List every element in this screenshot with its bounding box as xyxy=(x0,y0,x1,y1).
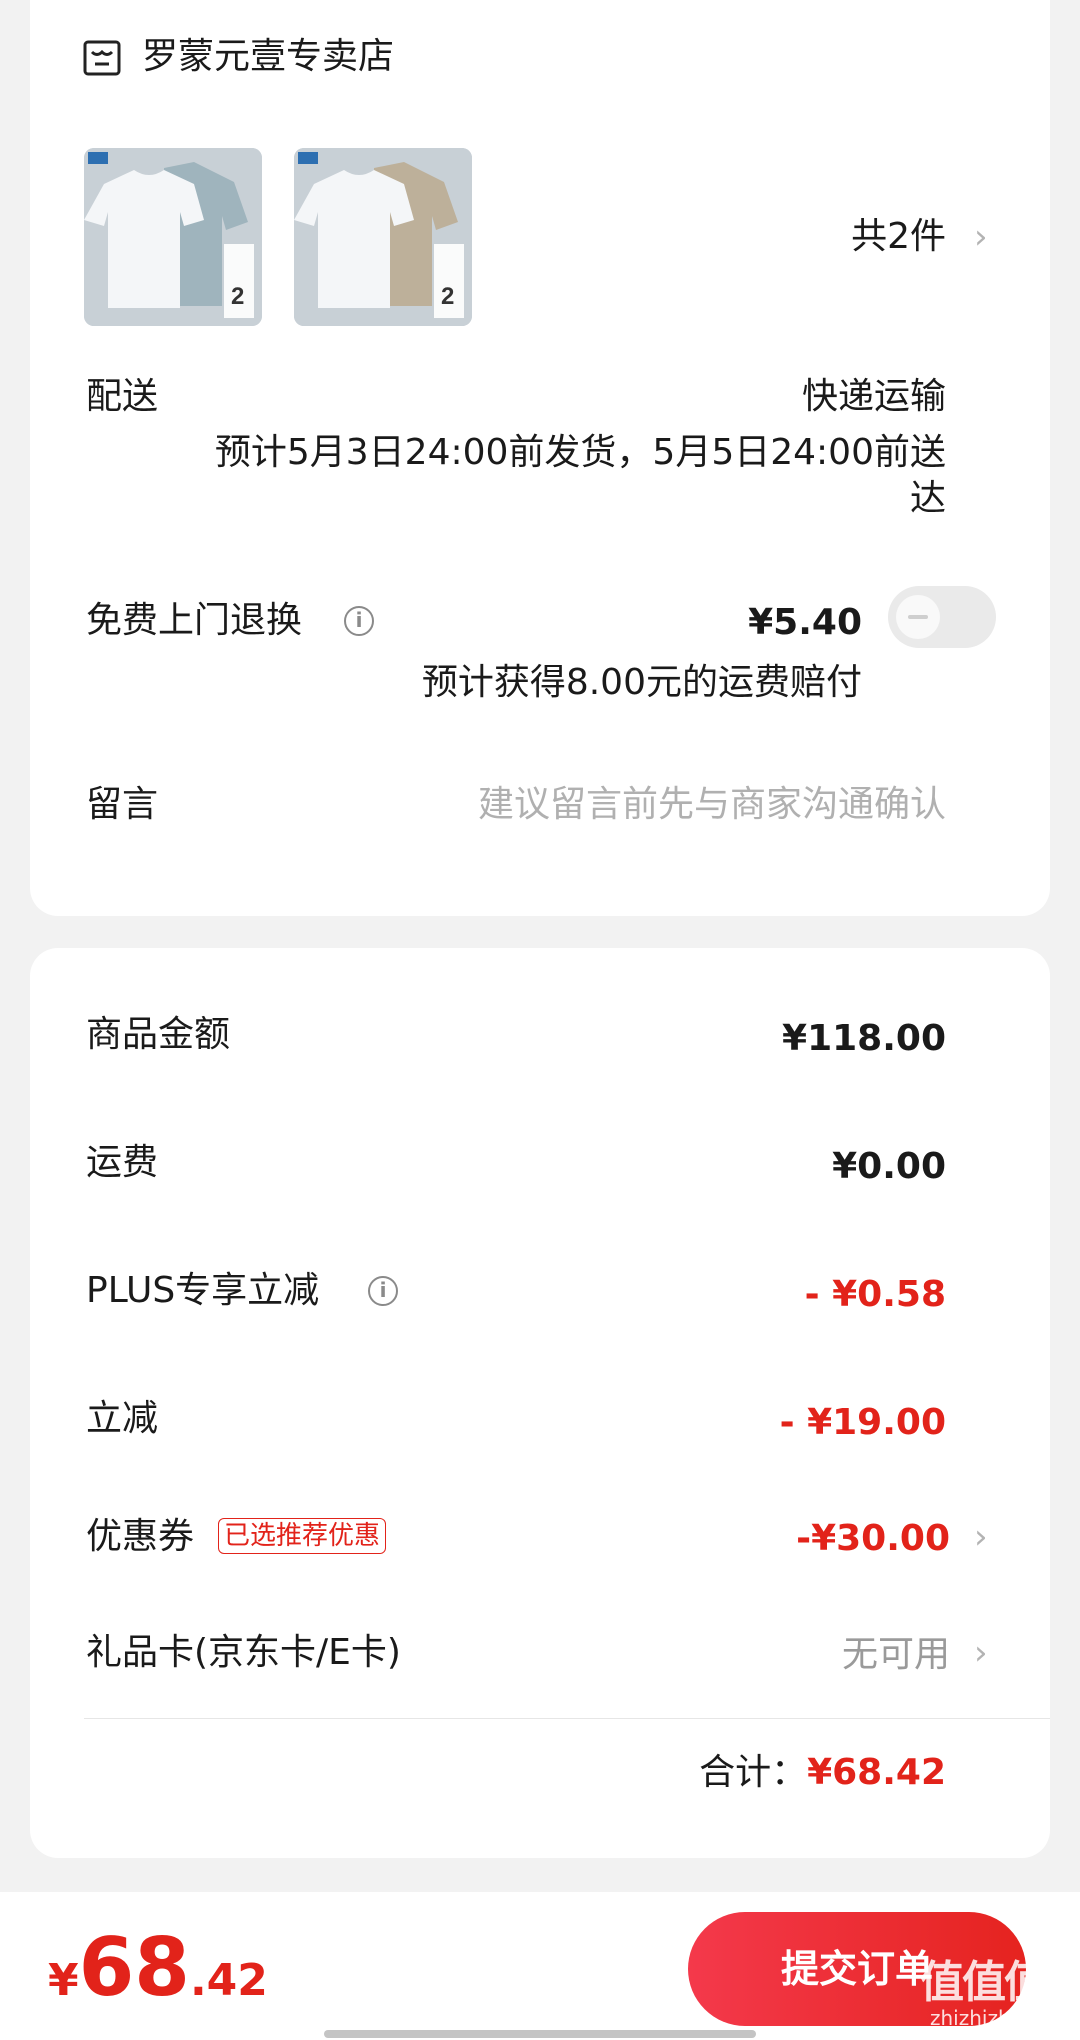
price-summary-card: 商品金额 ¥118.00 运费 ¥0.00 PLUS专享立减 i - ¥0.58… xyxy=(30,948,1050,1858)
order-info-card: 罗蒙元壹专卖店 2 2 共2件 › 配送 快递运输 预计5月3日24:00前发货… xyxy=(30,0,1050,916)
toggle-knob xyxy=(896,595,940,639)
store-name: 罗蒙元壹专卖店 xyxy=(142,36,395,77)
chevron-right-icon[interactable]: › xyxy=(974,214,988,260)
goods-amount-label: 商品金额 xyxy=(86,1014,231,1055)
product-thumb[interactable]: 2 xyxy=(294,148,472,326)
price-integer: 68 xyxy=(78,1921,190,2014)
giftcard-label: 礼品卡(京东卡/E卡) xyxy=(86,1632,401,1673)
tshirt-image: 2 xyxy=(84,148,262,326)
product-thumb[interactable]: 2 xyxy=(84,148,262,326)
chevron-right-icon: › xyxy=(974,1633,988,1673)
delivery-estimate-cont: 达 xyxy=(909,478,946,519)
return-note: 预计获得8.00元的运费赔付 xyxy=(421,662,862,703)
giftcard-value: 无可用 xyxy=(841,1634,950,1675)
store-icon xyxy=(83,40,121,76)
bottom-price: ¥68.42 xyxy=(48,1922,268,2014)
message-label: 留言 xyxy=(86,784,159,825)
instant-discount-label: 立减 xyxy=(86,1398,159,1439)
return-label: 免费上门退换 xyxy=(86,600,303,641)
goods-amount-value: ¥118.00 xyxy=(782,1018,946,1059)
plus-discount-value: - ¥0.58 xyxy=(804,1274,946,1315)
delivery-estimate: 预计5月3日24:00前发货，5月5日24:00前送 xyxy=(214,432,946,473)
shipping-value: ¥0.00 xyxy=(832,1146,946,1187)
info-icon[interactable]: i xyxy=(344,606,374,636)
plus-discount-label: PLUS专享立减 xyxy=(86,1270,320,1311)
home-indicator[interactable] xyxy=(324,2030,756,2038)
watermark-url: zhizhizhi.com xyxy=(930,2006,1066,2030)
currency-symbol: ¥ xyxy=(48,1955,79,2006)
return-price: ¥5.40 xyxy=(748,602,862,643)
product-count[interactable]: 共2件 xyxy=(851,214,946,260)
total-row: 合计：¥68.42 xyxy=(699,1750,946,1800)
giftcard-row[interactable]: 礼品卡(京东卡/E卡) 无可用 › xyxy=(30,1620,1050,1690)
store-row[interactable]: 罗蒙元壹专卖店 xyxy=(82,30,682,86)
coupon-label: 优惠券 xyxy=(86,1516,195,1557)
coupon-value: -¥30.00 xyxy=(796,1518,950,1559)
delivery-method[interactable]: 快递运输 xyxy=(802,374,946,420)
tshirt-image: 2 xyxy=(294,148,472,326)
instant-discount-value: - ¥19.00 xyxy=(779,1402,946,1443)
info-icon[interactable]: i xyxy=(368,1276,398,1306)
coupon-row[interactable]: 优惠券 已选推荐优惠 -¥30.00 › xyxy=(30,1504,1050,1574)
message-input[interactable]: 建议留言前先与商家沟通确认 xyxy=(478,782,946,828)
delivery-label: 配送 xyxy=(86,376,159,417)
bottom-bar: ¥68.42 提交订单 xyxy=(0,1892,1080,2040)
shipping-label: 运费 xyxy=(86,1142,159,1183)
price-decimal: .42 xyxy=(189,1955,268,2006)
svg-text:2: 2 xyxy=(231,283,244,310)
watermark-logo: 值值值 xyxy=(920,1957,1048,2008)
coupon-recommended-tag: 已选推荐优惠 xyxy=(218,1518,387,1554)
return-toggle[interactable] xyxy=(888,586,996,648)
total-value: ¥68.42 xyxy=(807,1752,946,1793)
svg-text:2: 2 xyxy=(441,283,454,310)
divider xyxy=(84,1718,1050,1719)
total-label: 合计： xyxy=(699,1752,808,1793)
chevron-right-icon: › xyxy=(974,1517,988,1557)
